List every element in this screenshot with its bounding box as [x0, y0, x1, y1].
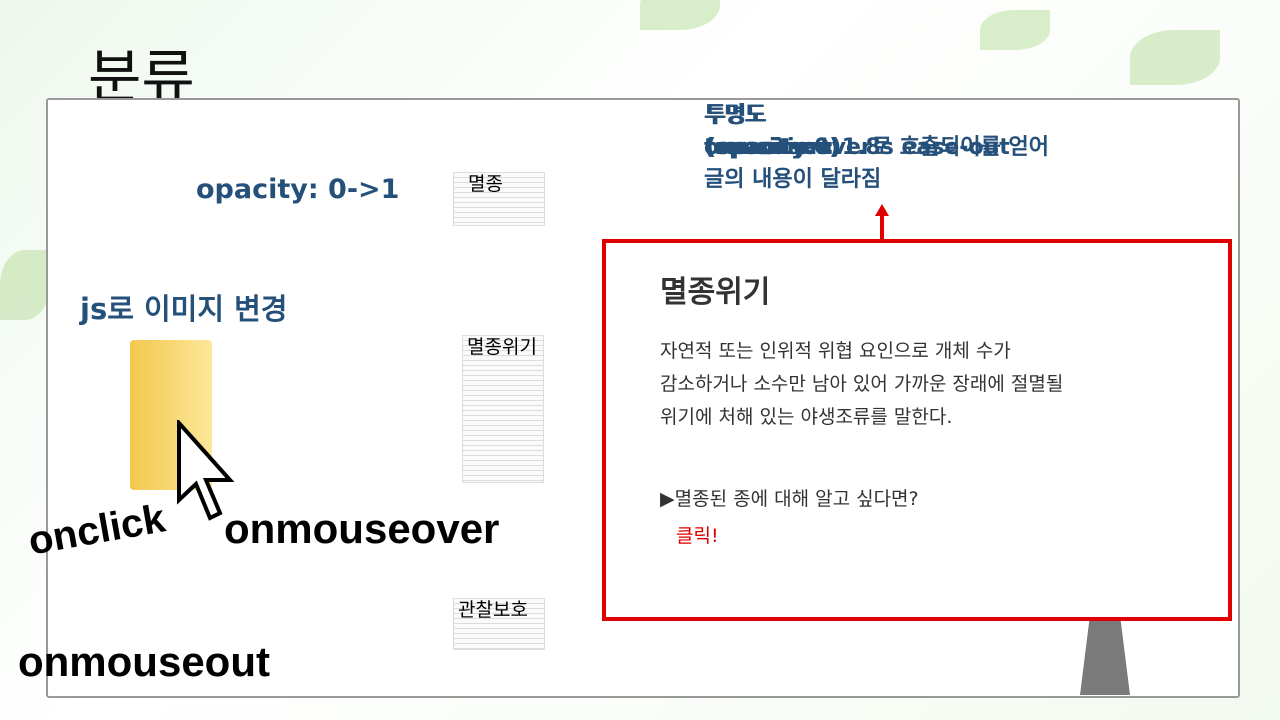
transition-note: 투명도(opacity:0) 투명도(opacity:1) transition:…: [704, 100, 1049, 196]
note-line: onmouseover로 호출되어를 얻어: [704, 135, 1049, 160]
info-heading: 멸종위기: [660, 275, 771, 310]
info-box: 멸종위기 자연적 또는 인위적 위협 요인으로 개체 수가 감소하거나 소수만 …: [602, 239, 1232, 621]
click-link[interactable]: 클릭!: [676, 521, 719, 548]
doc-label: 멸종: [468, 173, 503, 195]
doc-label: 멸종위기: [467, 336, 537, 358]
onmouseout-label: onmouseout: [18, 638, 270, 685]
opacity-label: opacity: 0->1: [196, 174, 400, 205]
leaf-decoration: [640, 0, 720, 30]
onmouseover-label: onmouseover: [224, 505, 500, 552]
info-question: ▶멸종된 종에 대해 알고 싶다면?: [660, 488, 919, 510]
info-body: 자연적 또는 인위적 위협 요인으로 개체 수가 감소하거나 소수만 남아 있어…: [660, 340, 1064, 428]
doc-label: 관찰보호: [458, 599, 528, 621]
js-label: js로 이미지 변경: [80, 292, 288, 326]
leaf-decoration: [0, 250, 50, 320]
doc-icon[interactable]: 멸종위기: [462, 335, 544, 483]
leaf-decoration: [980, 10, 1050, 50]
note-line: 글의 내용이 달라짐: [704, 167, 882, 192]
doc-icon[interactable]: 관찰보호: [453, 598, 545, 650]
doc-icon[interactable]: 멸종: [453, 172, 545, 226]
leaf-decoration: [1130, 30, 1220, 85]
arrowhead: [875, 204, 889, 216]
